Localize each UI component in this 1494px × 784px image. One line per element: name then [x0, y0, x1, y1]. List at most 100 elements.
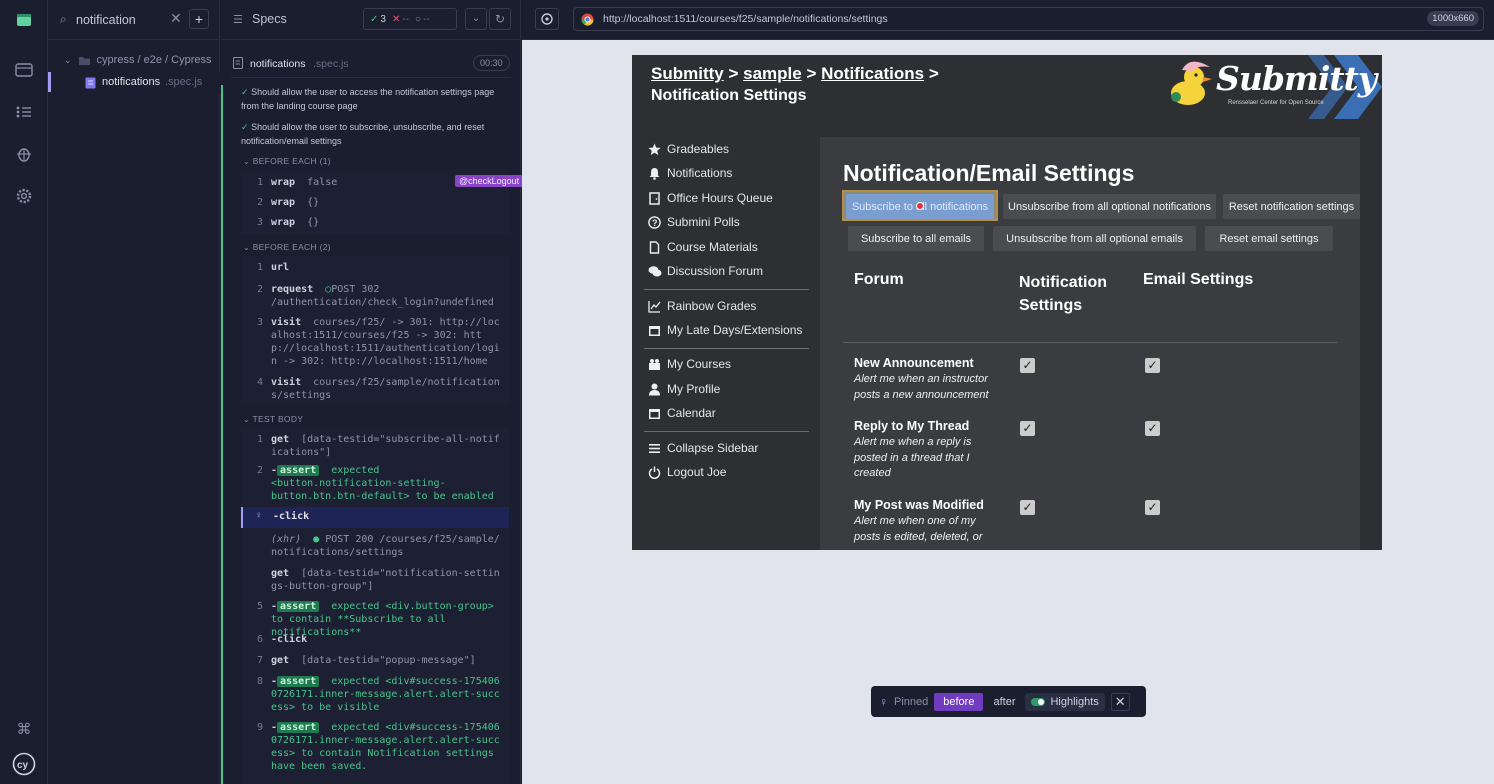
- sidebar-item-collapse[interactable]: Collapse Sidebar: [648, 441, 758, 455]
- spec-search-input[interactable]: [76, 10, 176, 30]
- command-message: [data-testid="popup-message"]: [301, 655, 476, 666]
- test-title-2-text: Should allow the user to subscribe, unsu…: [241, 122, 485, 146]
- cypress-logo-icon[interactable]: cy: [12, 752, 36, 776]
- command-name: wrap: [271, 177, 296, 188]
- sidebar-item-logout[interactable]: Logout Joe: [648, 465, 726, 479]
- subscribe-all-emails-button[interactable]: Subscribe to all emails: [848, 226, 984, 251]
- menu-icon: [648, 442, 661, 455]
- test-title-2[interactable]: ✓ Should allow the user to subscribe, un…: [241, 121, 511, 148]
- folder-icon: [78, 56, 90, 65]
- close-icon[interactable]: ✕: [1110, 692, 1130, 711]
- sidebar-item-course-materials[interactable]: Course Materials: [648, 240, 758, 254]
- browser-icon[interactable]: [12, 58, 36, 82]
- reporter-title: Specs: [252, 12, 287, 26]
- new-spec-button[interactable]: +: [189, 9, 209, 29]
- sidebar-item-label: Office Hours Queue: [667, 191, 773, 205]
- list-icon[interactable]: [12, 100, 36, 124]
- bell-icon: [648, 167, 661, 180]
- assert-badge: assert: [277, 601, 320, 612]
- command-number: 1: [257, 177, 264, 188]
- email-checkbox[interactable]: ✓: [1145, 358, 1160, 373]
- breadcrumb-submitty[interactable]: Submitty: [651, 64, 724, 83]
- row-description: Alert me when a reply is posted in a thr…: [854, 436, 972, 479]
- email-checkbox[interactable]: ✓: [1145, 421, 1160, 436]
- command-message: {}: [307, 197, 320, 208]
- hook-label: BEFORE EACH (1): [252, 156, 331, 166]
- search-icon: ⌕: [60, 12, 67, 26]
- notification-checkbox[interactable]: ✓: [1020, 358, 1035, 373]
- column-header-forum: Forum: [854, 271, 904, 288]
- unsubscribe-all-notifications-button[interactable]: Unsubscribe from all optional notificati…: [1003, 194, 1216, 219]
- sidebar-divider: [644, 289, 809, 290]
- chevron-down-icon: ⌄: [243, 243, 251, 252]
- sidebar-item-office-hours[interactable]: Office Hours Queue: [648, 191, 773, 205]
- sidebar-item-gradeables[interactable]: Gradeables: [648, 142, 729, 156]
- sidebar-item-calendar[interactable]: Calendar: [648, 406, 716, 420]
- command-number: 2: [257, 197, 264, 208]
- sidebar-item-label: Notifications: [667, 166, 733, 180]
- chevron-down-icon: ⌄: [243, 415, 251, 424]
- highlights-toggle[interactable]: Highlights: [1025, 692, 1105, 711]
- reset-email-settings-button[interactable]: Reset email settings: [1205, 226, 1333, 251]
- sidebar-item-my-courses[interactable]: My Courses: [648, 357, 731, 371]
- hook-before-each-1[interactable]: ⌄ BEFORE EACH (1): [243, 156, 331, 166]
- command-number: 9: [257, 722, 264, 733]
- sidebar-item-label: My Profile: [667, 382, 721, 396]
- email-checkbox[interactable]: ✓: [1145, 500, 1160, 515]
- sidebar-item-polls[interactable]: ? Submini Polls: [648, 215, 740, 229]
- reporter-header: ☰ Specs ✓ 3 ✕ -- ○ -- ⌄ ↻: [221, 0, 521, 40]
- breadcrumb-notifications[interactable]: Notifications: [821, 64, 924, 83]
- sidebar-item-late-days[interactable]: My Late Days/Extensions: [648, 323, 802, 337]
- click-marker-icon: [916, 202, 924, 210]
- failed-count: --: [402, 13, 410, 25]
- pinned-command-row[interactable]: ♀ -click: [241, 507, 509, 528]
- selector-playground-button[interactable]: [535, 8, 559, 30]
- url-text: http://localhost:1511/courses/f25/sample…: [603, 13, 888, 25]
- alias-badge[interactable]: @checkLogout: [455, 175, 524, 187]
- logo-text: Submitty: [1216, 59, 1377, 98]
- specs-list-panel: ⌕ ✕ + ⌄ cypress / e2e / Cypress notifica…: [48, 0, 220, 784]
- cypress-app-icon[interactable]: [12, 8, 36, 32]
- pin-icon: ♀: [255, 510, 263, 521]
- snapshot-after-button[interactable]: after: [989, 693, 1019, 711]
- rerun-icon[interactable]: ↻: [489, 8, 511, 30]
- settings-gear-icon[interactable]: [12, 184, 36, 208]
- reset-notification-settings-button[interactable]: Reset notification settings: [1223, 194, 1360, 219]
- specs-list-icon[interactable]: ☰: [233, 13, 243, 26]
- sidebar-item-notifications[interactable]: Notifications: [648, 166, 732, 180]
- notification-checkbox[interactable]: ✓: [1020, 500, 1035, 515]
- url-bar[interactable]: http://localhost:1511/courses/f25/sample…: [573, 7, 1484, 31]
- clear-search-icon[interactable]: ✕: [170, 10, 182, 27]
- sidebar-item-label: Discussion Forum: [667, 264, 764, 278]
- main-content-card: Notification/Email Settings Subscribe to…: [820, 137, 1360, 550]
- sidebar-item-forum[interactable]: Discussion Forum: [648, 264, 763, 278]
- hook-before-each-2[interactable]: ⌄ BEFORE EACH (2): [243, 242, 331, 252]
- unsubscribe-all-emails-button[interactable]: Unsubscribe from all optional emails: [993, 226, 1196, 251]
- notification-checkbox[interactable]: ✓: [1020, 421, 1035, 436]
- viewport-badge[interactable]: 1000x660: [1427, 11, 1479, 26]
- active-indicator: [48, 72, 51, 92]
- assert-badge: assert: [277, 676, 320, 687]
- command-name: (xhr): [271, 534, 302, 545]
- spec-file-row[interactable]: notifications .spec.js: [48, 72, 220, 94]
- sidebar-item-rainbow-grades[interactable]: Rainbow Grades: [648, 299, 756, 313]
- snapshot-before-button[interactable]: before: [934, 692, 984, 711]
- debug-bug-icon[interactable]: [12, 142, 36, 166]
- column-header-email: Email Settings: [1143, 271, 1254, 288]
- submitty-logo[interactable]: Submitty Rensselaer Center for Open Sour…: [1168, 55, 1382, 119]
- folder-row[interactable]: ⌄ cypress / e2e / Cypress: [64, 54, 211, 66]
- keyboard-shortcut-icon[interactable]: ⌘: [12, 717, 36, 741]
- command-name: request: [271, 284, 314, 295]
- test-body-label[interactable]: ⌄ TEST BODY: [243, 414, 303, 424]
- chrome-icon: [581, 13, 594, 26]
- assert-badge: assert: [277, 465, 320, 476]
- command-name: url: [271, 262, 290, 273]
- sidebar-item-my-profile[interactable]: My Profile: [648, 382, 720, 396]
- command-name: wrap: [271, 217, 296, 228]
- status-dot-icon: ●: [313, 534, 320, 545]
- test-title-1[interactable]: ✓ Should allow the user to access the no…: [241, 86, 511, 113]
- breadcrumb-separator: >: [806, 64, 817, 83]
- sidebar-divider: [644, 348, 809, 349]
- breadcrumb-sample[interactable]: sample: [743, 64, 802, 83]
- chevron-down-icon[interactable]: ⌄: [465, 8, 487, 30]
